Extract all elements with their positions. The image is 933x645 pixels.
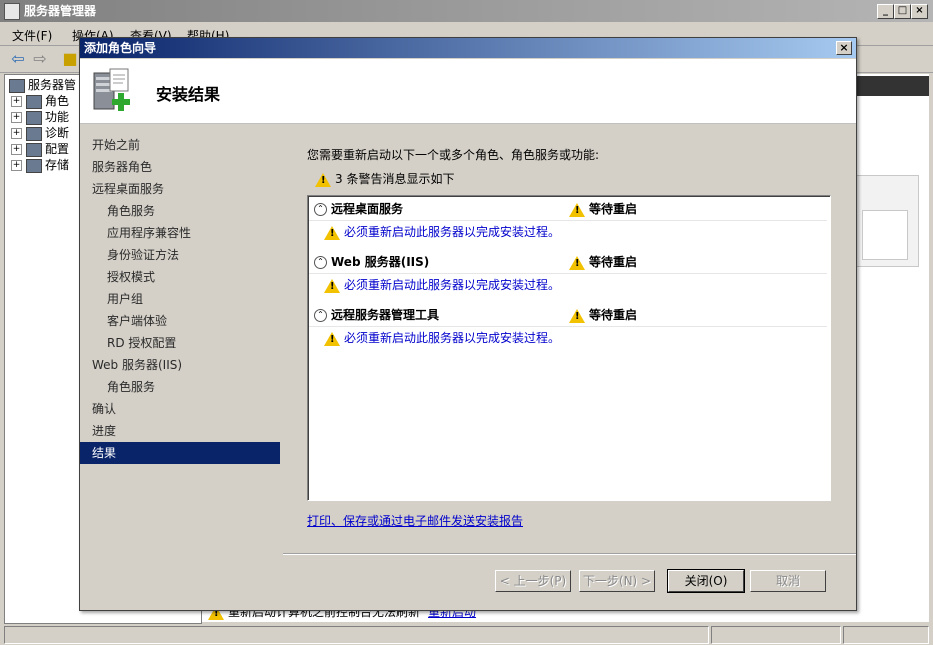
expand-icon[interactable]: + <box>11 112 22 123</box>
tree-root[interactable]: 服务器管 <box>9 77 76 93</box>
configuration-icon <box>26 142 42 157</box>
expand-icon[interactable]: + <box>11 128 22 139</box>
minimize-button[interactable]: _ <box>877 4 894 19</box>
add-roles-wizard-dialog: 添加角色向导 × 安装结果 开始之前 服务器角色 远程桌面服务 角色服务 应用程… <box>79 37 857 611</box>
tree-item-diagnostics[interactable]: + 诊断 <box>11 125 69 141</box>
divider <box>309 273 827 274</box>
status-cell-main <box>4 626 709 644</box>
nav-step-remote-desktop-services[interactable]: 远程桌面服务 <box>80 178 280 200</box>
button-separator <box>283 553 856 555</box>
previous-button[interactable]: < 上一步(P) <box>495 570 571 592</box>
result-status: 等待重启 <box>569 252 637 272</box>
collapse-icon[interactable]: ⌃ <box>314 309 327 322</box>
warning-icon <box>324 331 340 346</box>
wizard-steps-nav: 开始之前 服务器角色 远程桌面服务 角色服务 应用程序兼容性 身份验证方法 授权… <box>80 124 280 610</box>
warning-icon <box>324 225 340 240</box>
expand-icon[interactable]: + <box>11 144 22 155</box>
nav-step-progress[interactable]: 进度 <box>80 420 280 442</box>
warning-icon <box>569 202 585 217</box>
server-manager-icon <box>4 3 20 20</box>
collapse-icon[interactable]: ⌃ <box>314 203 327 216</box>
result-role-header[interactable]: ⌃ Web 服务器(IIS) <box>314 252 429 272</box>
nav-step-server-roles[interactable]: 服务器角色 <box>80 156 280 178</box>
result-message: 必须重新启动此服务器以完成安装过程。 <box>324 275 560 295</box>
result-role-header[interactable]: ⌃ 远程桌面服务 <box>314 199 403 219</box>
features-icon <box>26 110 42 125</box>
warning-icon <box>569 308 585 323</box>
menu-file[interactable]: 文件(F) <box>12 27 52 44</box>
nav-step-web-server-iis[interactable]: Web 服务器(IIS) <box>80 354 280 376</box>
main-window-title: 服务器管理器 <box>24 4 97 18</box>
result-role-header[interactable]: ⌃ 远程服务器管理工具 <box>314 305 439 325</box>
nav-step-authentication-method[interactable]: 身份验证方法 <box>80 244 280 266</box>
nav-step-rd-licensing-config[interactable]: RD 授权配置 <box>80 332 280 354</box>
collapse-icon[interactable]: ⌃ <box>314 256 327 269</box>
tree-item-features[interactable]: + 功能 <box>11 109 69 125</box>
warning-icon <box>324 278 340 293</box>
up-folder-icon[interactable]: ■ <box>60 50 80 68</box>
tree-item-configuration[interactable]: + 配置 <box>11 141 69 157</box>
status-cell-3 <box>843 626 929 644</box>
close-window-button[interactable]: × <box>911 4 928 19</box>
back-arrow-icon[interactable]: ⇦ <box>8 50 28 68</box>
cancel-button[interactable]: 取消 <box>750 570 826 592</box>
next-button[interactable]: 下一步(N) > <box>579 570 655 592</box>
result-status: 等待重启 <box>569 199 637 219</box>
details-subpanel <box>862 210 908 260</box>
expand-icon[interactable]: + <box>11 96 22 107</box>
nav-step-user-groups[interactable]: 用户组 <box>80 288 280 310</box>
roles-icon <box>26 94 42 109</box>
nav-step-licensing-mode[interactable]: 授权模式 <box>80 266 280 288</box>
warning-icon <box>569 255 585 270</box>
result-message: 必须重新启动此服务器以完成安装过程。 <box>324 222 560 242</box>
divider <box>309 326 827 327</box>
tree-item-storage[interactable]: + 存储 <box>11 157 69 173</box>
restart-intro-text: 您需要重新启动以下一个或多个角色、角色服务或功能: <box>307 148 600 162</box>
warning-icon <box>315 172 331 187</box>
nav-step-app-compatibility[interactable]: 应用程序兼容性 <box>80 222 280 244</box>
dialog-title: 添加角色向导 <box>84 41 157 55</box>
server-install-icon <box>93 68 130 111</box>
close-button[interactable]: 关闭(O) <box>667 569 745 593</box>
nav-step-confirmation[interactable]: 确认 <box>80 398 280 420</box>
forward-arrow-icon[interactable]: ⇨ <box>30 50 50 68</box>
dialog-header: 安装结果 <box>80 59 856 124</box>
warning-summary: 3 条警告消息显示如下 <box>315 170 454 187</box>
page-title: 安装结果 <box>156 85 221 104</box>
main-title-bar: 服务器管理器 _ □ × <box>0 0 933 22</box>
warning-summary-text: 3 条警告消息显示如下 <box>335 172 455 186</box>
nav-step-iis-role-services[interactable]: 角色服务 <box>80 376 280 398</box>
divider <box>309 220 827 221</box>
expand-icon[interactable]: + <box>11 160 22 171</box>
details-header-bar <box>856 76 929 96</box>
nav-step-before-you-begin[interactable]: 开始之前 <box>80 134 280 156</box>
installation-report-link[interactable]: 打印、保存或通过电子邮件发送安装报告 <box>307 512 523 529</box>
diagnostics-icon <box>26 126 42 141</box>
result-status: 等待重启 <box>569 305 637 325</box>
nav-step-results[interactable]: 结果 <box>80 442 280 464</box>
status-cell-2 <box>711 626 841 644</box>
wizard-content: 您需要重新启动以下一个或多个角色、角色服务或功能: 3 条警告消息显示如下 ⌃远… <box>283 124 856 610</box>
results-list: ⌃远程桌面服务 等待重启 必须重新启动此服务器以完成安装过程。 ⌃Web 服务器… <box>307 195 831 501</box>
server-icon <box>9 78 25 93</box>
dialog-close-button[interactable]: × <box>836 41 852 55</box>
dialog-title-bar: 添加角色向导 × <box>80 38 856 58</box>
storage-icon <box>26 158 42 173</box>
nav-step-role-services[interactable]: 角色服务 <box>80 200 280 222</box>
tree-item-roles[interactable]: + 角色 <box>11 93 69 109</box>
maximize-button[interactable]: □ <box>894 4 911 19</box>
nav-step-client-experience[interactable]: 客户端体验 <box>80 310 280 332</box>
result-message: 必须重新启动此服务器以完成安装过程。 <box>324 328 560 348</box>
status-bar <box>0 624 933 645</box>
